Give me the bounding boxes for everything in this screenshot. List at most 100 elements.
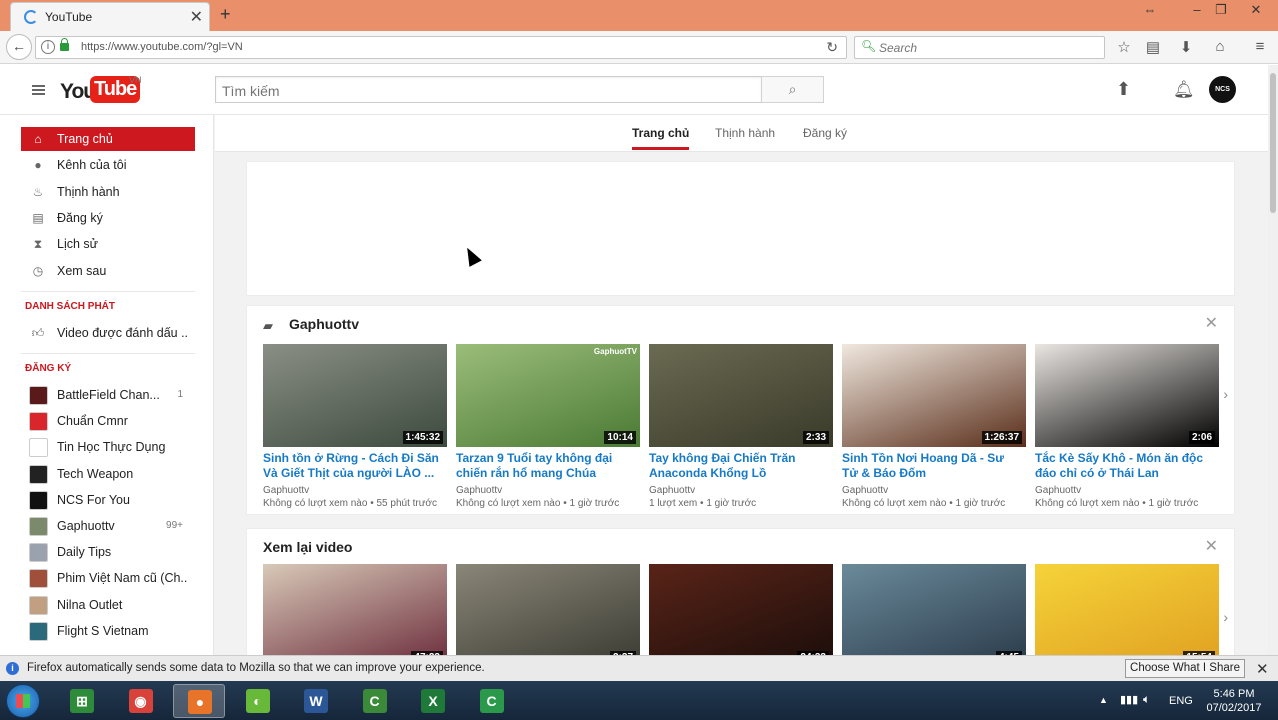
youtube-search-box[interactable] bbox=[215, 76, 762, 103]
minimize-button[interactable]: – bbox=[1185, 2, 1209, 17]
shelf-title[interactable]: Xem lại video bbox=[263, 539, 352, 555]
taskbar-camtasia-recorder-button[interactable]: C bbox=[349, 684, 401, 718]
tab-close-icon[interactable]: ✕ bbox=[190, 7, 203, 27]
browser-search-input[interactable] bbox=[879, 41, 1079, 55]
sidebar-subscription-1[interactable]: Chuẩn Cmnr bbox=[21, 409, 195, 433]
video-card[interactable]: 15:54 bbox=[1035, 564, 1219, 655]
sidebar-item-0[interactable]: ⌂ Trang chủ bbox=[21, 127, 195, 151]
reload-icon[interactable]: ↻ bbox=[826, 39, 838, 56]
volume-icon[interactable]: 🔈︎ bbox=[1143, 692, 1150, 707]
download-icon[interactable]: ⬇ bbox=[1176, 38, 1196, 56]
video-card[interactable]: 1:45:32 Sinh tồn ở Rừng - Cách Đi Săn Và … bbox=[263, 344, 447, 524]
home-icon[interactable]: ⌂ bbox=[1210, 38, 1230, 55]
sidebar-item-3[interactable]: ▤ Đăng ký bbox=[21, 206, 195, 230]
sidebar-subscription-2[interactable]: Tin Học Thực Dụng bbox=[21, 435, 195, 459]
video-thumbnail[interactable]: 15:54 bbox=[1035, 564, 1219, 655]
taskbar-camtasia-button[interactable]: C bbox=[466, 684, 518, 718]
video-thumbnail[interactable]: 2:33 bbox=[649, 344, 833, 447]
network-icon[interactable]: ▮▮▮ bbox=[1120, 693, 1138, 706]
back-button[interactable]: ← bbox=[6, 34, 32, 60]
video-card[interactable]: GaphuotTV 10:14 Tarzan 9 Tuổi tay không đạ… bbox=[456, 344, 640, 524]
browser-search-box[interactable]: 🔍︎ bbox=[854, 36, 1105, 59]
sidebar-item-4[interactable]: ⧗ Lịch sử bbox=[21, 232, 195, 256]
clock[interactable]: 5:46 PM 07/02/2017 bbox=[1203, 687, 1265, 715]
youtube-search-input[interactable] bbox=[222, 83, 742, 99]
sidebar-subscription-6[interactable]: Daily Tips bbox=[21, 540, 195, 564]
url-bar[interactable]: i https://www.youtube.com/?gl=VN ↻ bbox=[35, 36, 847, 59]
video-card[interactable]: 2:37 bbox=[456, 564, 640, 655]
video-channel[interactable]: Gaphuottv bbox=[842, 485, 888, 496]
taskbar-excel-button[interactable]: X bbox=[407, 684, 459, 718]
taskbar-word-button[interactable]: W bbox=[290, 684, 342, 718]
video-title[interactable]: Tắc Kè Sấy Khô - Món ăn độc đáo chỉ có ở… bbox=[1035, 451, 1215, 481]
video-thumbnail[interactable]: 2:37 bbox=[456, 564, 640, 655]
info-icon[interactable]: i bbox=[41, 40, 55, 54]
video-card[interactable]: 2:06 Tắc Kè Sấy Khô - Món ăn độc đáo chỉ … bbox=[1035, 344, 1219, 524]
video-thumbnail[interactable]: 1:26:37 bbox=[842, 344, 1026, 447]
video-thumbnail[interactable]: 4:45 bbox=[842, 564, 1026, 655]
hamburger-menu-icon[interactable]: ≡ bbox=[1250, 38, 1270, 55]
taskbar-excel-green-button[interactable]: ⊞ bbox=[56, 684, 108, 718]
url-text[interactable]: https://www.youtube.com/?gl=VN bbox=[81, 41, 243, 53]
page-scrollbar[interactable] bbox=[1268, 65, 1278, 655]
video-title[interactable]: Tay không Đại Chiến Trăn Anaconda Khổng … bbox=[649, 451, 829, 481]
sidebar-subscription-8[interactable]: Nilna Outlet bbox=[21, 593, 195, 617]
chevron-right-icon[interactable]: › bbox=[1223, 386, 1228, 402]
video-thumbnail[interactable]: GaphuotTV 10:14 bbox=[456, 344, 640, 447]
video-card[interactable]: 24:33 bbox=[649, 564, 833, 655]
tab-trending[interactable]: Thịnh hành bbox=[715, 126, 775, 140]
language-indicator[interactable]: ENG bbox=[1169, 695, 1193, 707]
sidebar-subscription-0[interactable]: BattleField Chan... 1 bbox=[21, 383, 195, 407]
subscriptions-heading[interactable]: ĐĂNG KÝ bbox=[25, 363, 71, 374]
sidebar-item-5[interactable]: ◷ Xem sau bbox=[21, 259, 195, 283]
bookmark-star-icon[interactable]: ☆ bbox=[1114, 38, 1134, 56]
sidebar-subscription-9[interactable]: Flight S Vietnam bbox=[21, 619, 195, 643]
video-card[interactable]: 47:23 bbox=[263, 564, 447, 655]
sidebar-subscription-5[interactable]: Gaphuottv 99+ bbox=[21, 514, 195, 538]
sidebar-subscription-4[interactable]: NCS For You bbox=[21, 488, 195, 512]
new-tab-button[interactable]: + bbox=[220, 4, 231, 25]
start-button[interactable] bbox=[6, 684, 40, 718]
taskbar-firefox-button[interactable]: ● bbox=[173, 684, 225, 718]
video-title[interactable]: Sinh tồn ở Rừng - Cách Đi Săn Và Giết Th… bbox=[263, 451, 443, 481]
close-icon[interactable]: ✕ bbox=[1256, 660, 1269, 678]
video-thumbnail[interactable]: 24:33 bbox=[649, 564, 833, 655]
playlists-heading[interactable]: DANH SÁCH PHÁT bbox=[25, 301, 115, 312]
browser-tab[interactable]: YouTube ✕ bbox=[10, 2, 210, 31]
video-card[interactable]: 1:26:37 Sinh Tồn Nơi Hoang Dã - Sư Tử & B… bbox=[842, 344, 1026, 524]
sidebar-item-1[interactable]: ● Kênh của tôi bbox=[21, 153, 195, 177]
close-icon[interactable]: ✕ bbox=[1205, 536, 1218, 556]
taskbar-cococ-button[interactable]: ◐ bbox=[232, 684, 284, 718]
video-title[interactable]: Tarzan 9 Tuổi tay không đại chiến rắn hổ… bbox=[456, 451, 636, 481]
video-channel[interactable]: Gaphuottv bbox=[649, 485, 695, 496]
tab-subscriptions[interactable]: Đăng ký bbox=[803, 126, 847, 140]
video-title[interactable]: Sinh Tồn Nơi Hoang Dã - Sư Tử & Báo Đốm bbox=[842, 451, 1022, 481]
tray-expand-icon[interactable]: ▲ bbox=[1099, 695, 1108, 705]
restore-tabs-icon[interactable]: ⇔ bbox=[1138, 2, 1162, 17]
guide-menu-icon[interactable] bbox=[32, 85, 45, 95]
chevron-right-icon[interactable]: › bbox=[1223, 609, 1228, 625]
video-channel[interactable]: Gaphuottv bbox=[456, 485, 502, 496]
close-icon[interactable]: ✕ bbox=[1205, 313, 1218, 333]
choose-what-i-share-button[interactable]: Choose What I Share bbox=[1125, 659, 1245, 678]
sidebar-playlist-0[interactable]: 👍︎ Video được đánh dấu ... bbox=[21, 321, 195, 345]
shelf-title[interactable]: Gaphuottv bbox=[289, 316, 359, 332]
upload-icon[interactable]: ⬆ bbox=[1116, 79, 1131, 100]
avatar[interactable]: NCS bbox=[1209, 76, 1236, 103]
notifications-bell-icon[interactable]: 🔔︎ bbox=[1173, 80, 1195, 100]
bookmarks-menu-icon[interactable]: ▤ bbox=[1143, 38, 1163, 56]
video-thumbnail[interactable]: 2:06 bbox=[1035, 344, 1219, 447]
video-card[interactable]: 2:33 Tay không Đại Chiến Trăn Anaconda Kh… bbox=[649, 344, 833, 524]
video-channel[interactable]: Gaphuottv bbox=[1035, 485, 1081, 496]
sidebar-item-2[interactable]: ♨ Thịnh hành bbox=[21, 180, 195, 204]
maximize-button[interactable]: ❐ bbox=[1209, 2, 1233, 18]
video-card[interactable]: 4:45 bbox=[842, 564, 1026, 655]
video-thumbnail[interactable]: 1:45:32 bbox=[263, 344, 447, 447]
sidebar-subscription-7[interactable]: Phim Việt Nam cũ (Ch... bbox=[21, 566, 195, 590]
sidebar-subscription-3[interactable]: Tech Weapon bbox=[21, 462, 195, 486]
youtube-search-button[interactable]: ⌕ bbox=[761, 76, 824, 103]
taskbar-chrome-button[interactable]: ◉ bbox=[115, 684, 167, 718]
video-channel[interactable]: Gaphuottv bbox=[263, 485, 309, 496]
tab-home[interactable]: Trang chủ bbox=[632, 126, 690, 150]
video-thumbnail[interactable]: 47:23 bbox=[263, 564, 447, 655]
